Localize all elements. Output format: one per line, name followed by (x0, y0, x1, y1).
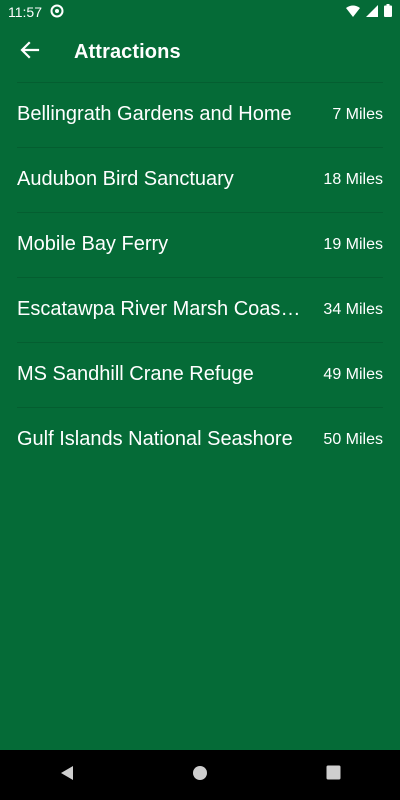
list-item[interactable]: Escatawpa River Marsh Coastal Preserve 3… (0, 277, 400, 342)
back-button[interactable] (2, 24, 58, 80)
list-item[interactable]: Gulf Islands National Seashore 50 Miles (0, 407, 400, 472)
attraction-name: Audubon Bird Sanctuary (17, 168, 234, 190)
attractions-list: Bellingrath Gardens and Home 7 Miles Aud… (0, 82, 400, 472)
list-item[interactable]: Bellingrath Gardens and Home 7 Miles (0, 82, 400, 147)
attraction-distance: 49 Miles (323, 365, 383, 383)
battery-icon (384, 4, 392, 20)
list-item[interactable]: Audubon Bird Sanctuary 18 Miles (0, 147, 400, 212)
attraction-name: MS Sandhill Crane Refuge (17, 363, 254, 385)
app-bar: Attractions (0, 24, 400, 80)
triangle-back-icon (59, 765, 75, 786)
attraction-distance: 18 Miles (323, 170, 383, 188)
status-bar: 11:57 (0, 0, 400, 24)
system-navigation-bar (0, 750, 400, 800)
nav-recents-button[interactable] (303, 750, 363, 800)
status-time: 11:57 (8, 4, 42, 20)
attraction-name: Gulf Islands National Seashore (17, 428, 293, 450)
nav-back-button[interactable] (37, 750, 97, 800)
attraction-distance: 7 Miles (332, 105, 383, 123)
attraction-name: Bellingrath Gardens and Home (17, 103, 292, 125)
cellular-signal-icon (366, 4, 378, 20)
circle-home-icon (192, 765, 208, 786)
list-item[interactable]: MS Sandhill Crane Refuge 49 Miles (0, 342, 400, 407)
attraction-distance: 34 Miles (323, 300, 383, 318)
page-title: Attractions (74, 40, 181, 63)
wifi-icon (346, 4, 360, 20)
square-recents-icon (326, 765, 341, 785)
attraction-distance: 50 Miles (323, 430, 383, 448)
attraction-distance: 19 Miles (323, 235, 383, 253)
attraction-name: Escatawpa River Marsh Coastal Preserve (17, 298, 302, 320)
attraction-name: Mobile Bay Ferry (17, 233, 169, 255)
arrow-back-icon (20, 40, 40, 65)
list-item[interactable]: Mobile Bay Ferry 19 Miles (0, 212, 400, 277)
sync-notification-icon (50, 4, 64, 21)
nav-home-button[interactable] (170, 750, 230, 800)
